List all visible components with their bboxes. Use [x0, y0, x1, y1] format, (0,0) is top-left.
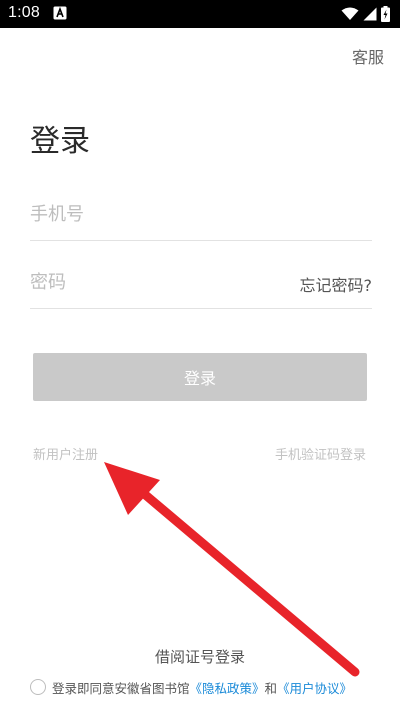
- page-title: 登录: [30, 124, 90, 159]
- password-input[interactable]: [30, 260, 280, 304]
- status-time: 1:08: [8, 4, 40, 21]
- agreement-row: 登录即同意安徽省图书馆 《隐私政策》 和 《用户协议》: [30, 677, 352, 697]
- phone-field: [30, 192, 372, 241]
- sms-login-link[interactable]: 手机验证码登录: [275, 444, 366, 463]
- agreement-text: 登录即同意安徽省图书馆: [52, 680, 190, 696]
- customer-service-link[interactable]: 客服: [352, 44, 384, 68]
- signal-icon: [363, 7, 377, 21]
- agreement-conjunction: 和: [264, 680, 278, 696]
- forgot-password-link[interactable]: 忘记密码?: [300, 272, 373, 296]
- password-field: 忘记密码?: [30, 260, 372, 309]
- status-icons: [341, 5, 390, 23]
- card-number-login-link[interactable]: 借阅证号登录: [0, 646, 400, 667]
- user-agreement-link[interactable]: 《用户协议》: [277, 678, 352, 697]
- agreement-checkbox[interactable]: [30, 679, 46, 695]
- wifi-icon: [341, 7, 359, 20]
- battery-charging-icon: [381, 6, 390, 22]
- phone-input[interactable]: [30, 192, 280, 236]
- register-link[interactable]: 新用户注册: [33, 444, 98, 463]
- notification-a-icon: [53, 6, 67, 20]
- privacy-policy-link[interactable]: 《隐私政策》: [190, 678, 265, 697]
- status-bar: 1:08: [0, 0, 400, 28]
- login-button[interactable]: 登录: [33, 353, 367, 401]
